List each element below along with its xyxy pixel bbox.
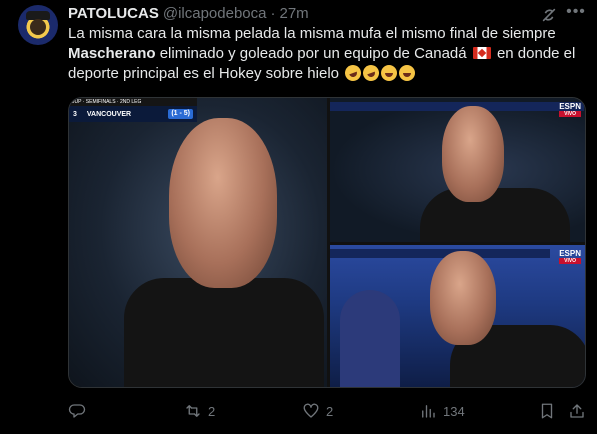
grok-icon[interactable] — [540, 6, 558, 24]
like-icon — [303, 403, 319, 418]
scoreboard-strip — [330, 249, 550, 258]
avatar[interactable] — [18, 5, 58, 45]
espn-logo: ESPN VIVO — [559, 102, 581, 117]
person-head — [430, 251, 496, 345]
tweet[interactable]: PATOLUCAS @ilcapodeboca · 27m ••• La mis… — [0, 0, 597, 434]
reply-icon — [68, 404, 86, 418]
tweet-text: La misma cara la misma pelada la misma m… — [68, 24, 583, 84]
person-head — [442, 106, 504, 202]
photo-2[interactable]: ESPN VIVO — [330, 98, 585, 242]
tweet-line-2: eliminado y goleado por un equipo de Can… — [155, 45, 471, 62]
timestamp[interactable]: 27m — [279, 5, 308, 22]
share-icon — [570, 404, 584, 418]
separator-dot: · — [270, 4, 276, 22]
tweet-line-2-tail: en donde el — [492, 45, 576, 62]
views-button[interactable]: 134 — [419, 401, 465, 421]
avatar-face — [30, 19, 46, 35]
photo-1[interactable]: JUP · SEMIFINALS · 2ND LEG 3 VANCOUVER (… — [69, 98, 327, 387]
reply-button[interactable] — [68, 401, 92, 421]
display-name[interactable]: PATOLUCAS — [68, 5, 159, 22]
scoreboard-away-team: VANCOUVER — [86, 110, 132, 118]
scoreboard-stage: JUP · SEMIFINALS · 2ND LEG — [69, 98, 197, 106]
tweet-line-1: La misma cara la misma pelada la misma m… — [68, 25, 556, 42]
action-bar: 2 2 134 — [68, 401, 586, 421]
canada-flag-icon — [472, 47, 491, 59]
person-torso — [124, 278, 324, 387]
like-count: 2 — [326, 403, 334, 419]
espn-logo: ESPN VIVO — [559, 249, 581, 264]
photo-3[interactable]: ESPN VIVO — [330, 245, 585, 387]
rofl-emoji-icon — [360, 62, 382, 84]
tweet-header: PATOLUCAS @ilcapodeboca · 27m — [68, 4, 309, 22]
scoreboard-aggregate: (1 - 5) — [168, 109, 193, 119]
retweet-count: 2 — [208, 403, 216, 419]
share-button[interactable] — [568, 401, 586, 421]
retweet-icon — [186, 405, 200, 417]
background-player — [340, 290, 400, 387]
scoreboard-home-score: 3 — [73, 110, 77, 118]
retweet-button[interactable]: 2 — [184, 401, 215, 421]
like-button[interactable]: 2 — [302, 401, 333, 421]
joy-emoji-icon — [399, 65, 416, 81]
person-head — [169, 118, 277, 288]
rofl-emoji-icon — [342, 62, 364, 84]
scoreboard: JUP · SEMIFINALS · 2ND LEG 3 VANCOUVER (… — [69, 98, 197, 122]
user-handle[interactable]: @ilcapodeboca — [163, 5, 267, 22]
tweet-line-3: deporte principal es el Hokey sobre hiel… — [68, 65, 344, 82]
person-torso — [420, 188, 570, 242]
views-count: 134 — [443, 403, 465, 419]
more-icon[interactable]: ••• — [566, 4, 586, 24]
media-grid[interactable]: JUP · SEMIFINALS · 2ND LEG 3 VANCOUVER (… — [68, 97, 586, 388]
mention-name: Mascherano — [68, 45, 156, 62]
joy-emoji-icon — [381, 65, 398, 81]
bookmark-button[interactable] — [538, 401, 556, 421]
bookmark-icon — [541, 403, 553, 419]
views-icon — [422, 405, 435, 418]
